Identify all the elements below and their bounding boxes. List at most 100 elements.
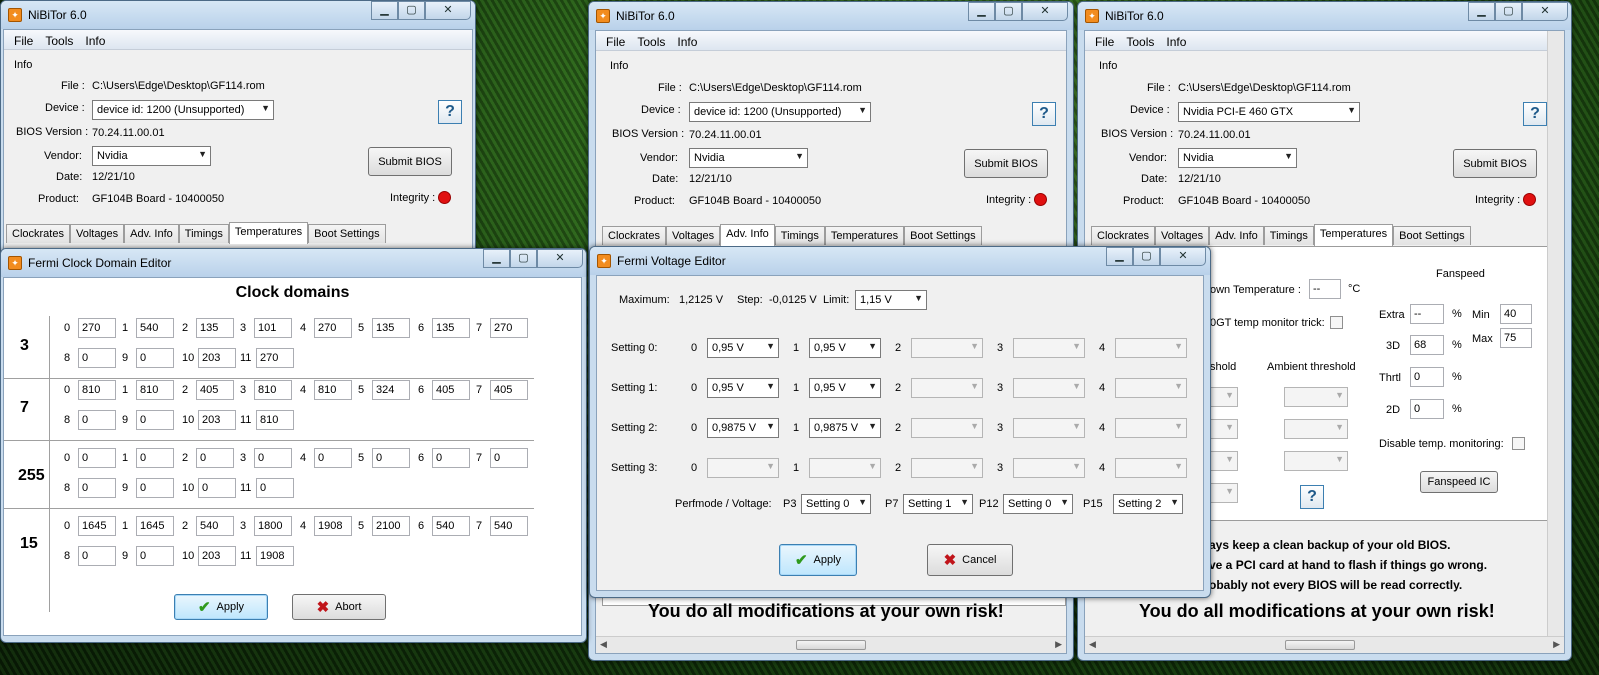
close-button[interactable]: ✕ [537,249,583,268]
clock-domain-input[interactable]: 810 [136,380,174,400]
clock-domain-input[interactable]: 135 [196,318,234,338]
clock-domain-input[interactable]: 0 [198,478,236,498]
perfmode-voltage-select[interactable]: Setting 2 ▼ [1113,494,1183,514]
cancel-button[interactable]: ✖ Cancel [927,544,1013,576]
tab-clockrates[interactable]: Clockrates [1091,226,1155,245]
help-button[interactable]: ? [1523,102,1547,126]
title-bar[interactable]: ✦ Fermi Voltage Editor ▁ ▢ ✕ [590,247,1210,275]
voltage-select[interactable]: 0,9875 V ▼ [809,418,881,438]
clock-domain-input[interactable]: 0 [314,448,352,468]
disable-temp-monitoring-checkbox[interactable] [1512,437,1525,450]
voltage-select[interactable]: ▼ [911,338,983,358]
title-bar[interactable]: ✦ Fermi Clock Domain Editor ▁ ▢ ✕ [1,249,586,277]
vendor-select[interactable]: Nvidia ▼ [92,146,211,166]
clock-domain-input[interactable]: 810 [254,380,292,400]
title-bar[interactable]: ✦ NiBiTor 6.0 ▁ ▢ ✕ [1078,2,1571,30]
throttle-fanspeed-input[interactable]: 0 [1410,367,1444,387]
voltage-select[interactable]: 0,9875 V ▼ [707,418,779,438]
menu-info[interactable]: Info [79,30,111,49]
minimize-button[interactable]: ▁ [1468,2,1495,21]
perfmode-voltage-select[interactable]: Setting 1 ▼ [903,494,973,514]
clock-domain-input[interactable]: 0 [78,546,116,566]
perfmode-voltage-select[interactable]: Setting 0 ▼ [1003,494,1073,514]
voltage-select[interactable]: ▼ [911,378,983,398]
ambient-threshold-select-1[interactable]: ▼ [1284,387,1348,407]
clock-domain-input[interactable]: 270 [314,318,352,338]
3d-fanspeed-input[interactable]: 68 [1410,335,1444,355]
apply-button[interactable]: ✔ Apply [779,544,857,576]
clock-domain-input[interactable]: 540 [432,516,470,536]
clock-domain-input[interactable]: 0 [136,478,174,498]
clock-domain-input[interactable]: 810 [314,380,352,400]
help-button[interactable]: ? [1032,102,1056,126]
tab-adv-info[interactable]: Adv. Info [720,224,775,246]
title-bar[interactable]: ✦ NiBiTor 6.0 ▁ ▢ ✕ [1,1,475,29]
vertical-scrollbar[interactable] [1547,31,1564,636]
tab-temperatures[interactable]: Temperatures [1313,224,1394,246]
clock-domain-input[interactable]: 1908 [314,516,352,536]
ambient-threshold-select-3[interactable]: ▼ [1284,451,1348,471]
device-select[interactable]: device id: 1200 (Unsupported) ▼ [689,102,871,122]
tab-voltages[interactable]: Voltages [665,226,721,245]
voltage-select[interactable]: ▼ [911,458,983,478]
vendor-select[interactable]: Nvidia ▼ [689,148,808,168]
close-button[interactable]: ✕ [1522,2,1568,21]
submit-bios-button[interactable]: Submit BIOS [1453,149,1537,178]
horizontal-scrollbar[interactable]: ◀ ▶ [596,636,1066,653]
maximize-button[interactable]: ▢ [1133,247,1160,266]
title-bar[interactable]: ✦ NiBiTor 6.0 ▁ ▢ ✕ [589,2,1073,30]
clock-domain-input[interactable]: 0 [372,448,410,468]
tab-clockrates[interactable]: Clockrates [602,226,666,245]
clock-domain-input[interactable]: 270 [490,318,528,338]
tab-adv-info[interactable]: Adv. Info [1209,226,1264,245]
clock-domain-input[interactable]: 0 [254,448,292,468]
clock-domain-input[interactable]: 1908 [256,546,294,566]
scroll-thumb[interactable] [1285,640,1355,650]
menu-file[interactable]: File [8,30,39,49]
temperature-help-button[interactable]: ? [1300,485,1324,509]
menu-tools[interactable]: Tools [39,30,79,49]
voltage-select[interactable]: ▼ [707,458,779,478]
close-button[interactable]: ✕ [425,1,471,20]
tab-temperatures[interactable]: Temperatures [824,226,905,245]
clock-domain-input[interactable]: 0 [136,410,174,430]
voltage-select[interactable]: ▼ [1013,418,1085,438]
voltage-select[interactable]: ▼ [1115,338,1187,358]
tab-adv-info[interactable]: Adv. Info [124,224,179,243]
perfmode-voltage-select[interactable]: Setting 0 ▼ [801,494,871,514]
tab-boot-settings[interactable]: Boot Settings [1393,226,1471,245]
clock-domain-input[interactable]: 0 [78,410,116,430]
max-fanspeed-input[interactable]: 75 [1500,328,1532,348]
clock-domain-input[interactable]: 540 [136,318,174,338]
voltage-select[interactable]: ▼ [1115,418,1187,438]
help-button[interactable]: ? [438,100,462,124]
menu-tools[interactable]: Tools [1120,31,1160,50]
tab-temperatures[interactable]: Temperatures [228,222,309,244]
clock-domain-input[interactable]: 540 [196,516,234,536]
clock-domain-input[interactable]: 0 [256,478,294,498]
2d-fanspeed-input[interactable]: 0 [1410,399,1444,419]
menu-tools[interactable]: Tools [631,31,671,50]
clock-domain-input[interactable]: 0 [490,448,528,468]
clock-domain-input[interactable]: 203 [198,348,236,368]
clock-domain-input[interactable]: 810 [256,410,294,430]
fanspeed-ic-button[interactable]: Fanspeed IC [1420,471,1498,493]
voltage-select[interactable]: ▼ [809,458,881,478]
clock-domain-input[interactable]: 324 [372,380,410,400]
menu-file[interactable]: File [600,31,631,50]
voltage-select[interactable]: 0,95 V ▼ [707,378,779,398]
voltage-select[interactable]: 0,95 V ▼ [707,338,779,358]
close-button[interactable]: ✕ [1160,247,1206,266]
maximize-button[interactable]: ▢ [510,249,537,268]
clock-domain-input[interactable]: 405 [432,380,470,400]
minimize-button[interactable]: ▁ [968,2,995,21]
menu-info[interactable]: Info [671,31,703,50]
clock-domain-input[interactable]: 0 [78,448,116,468]
min-fanspeed-input[interactable]: 40 [1500,304,1532,324]
down-temperature-input[interactable]: -- [1309,279,1341,299]
voltage-select[interactable]: ▼ [1115,458,1187,478]
scroll-thumb[interactable] [796,640,866,650]
maximize-button[interactable]: ▢ [398,1,425,20]
clock-domain-input[interactable]: 203 [198,546,236,566]
tab-timings[interactable]: Timings [1263,226,1314,245]
